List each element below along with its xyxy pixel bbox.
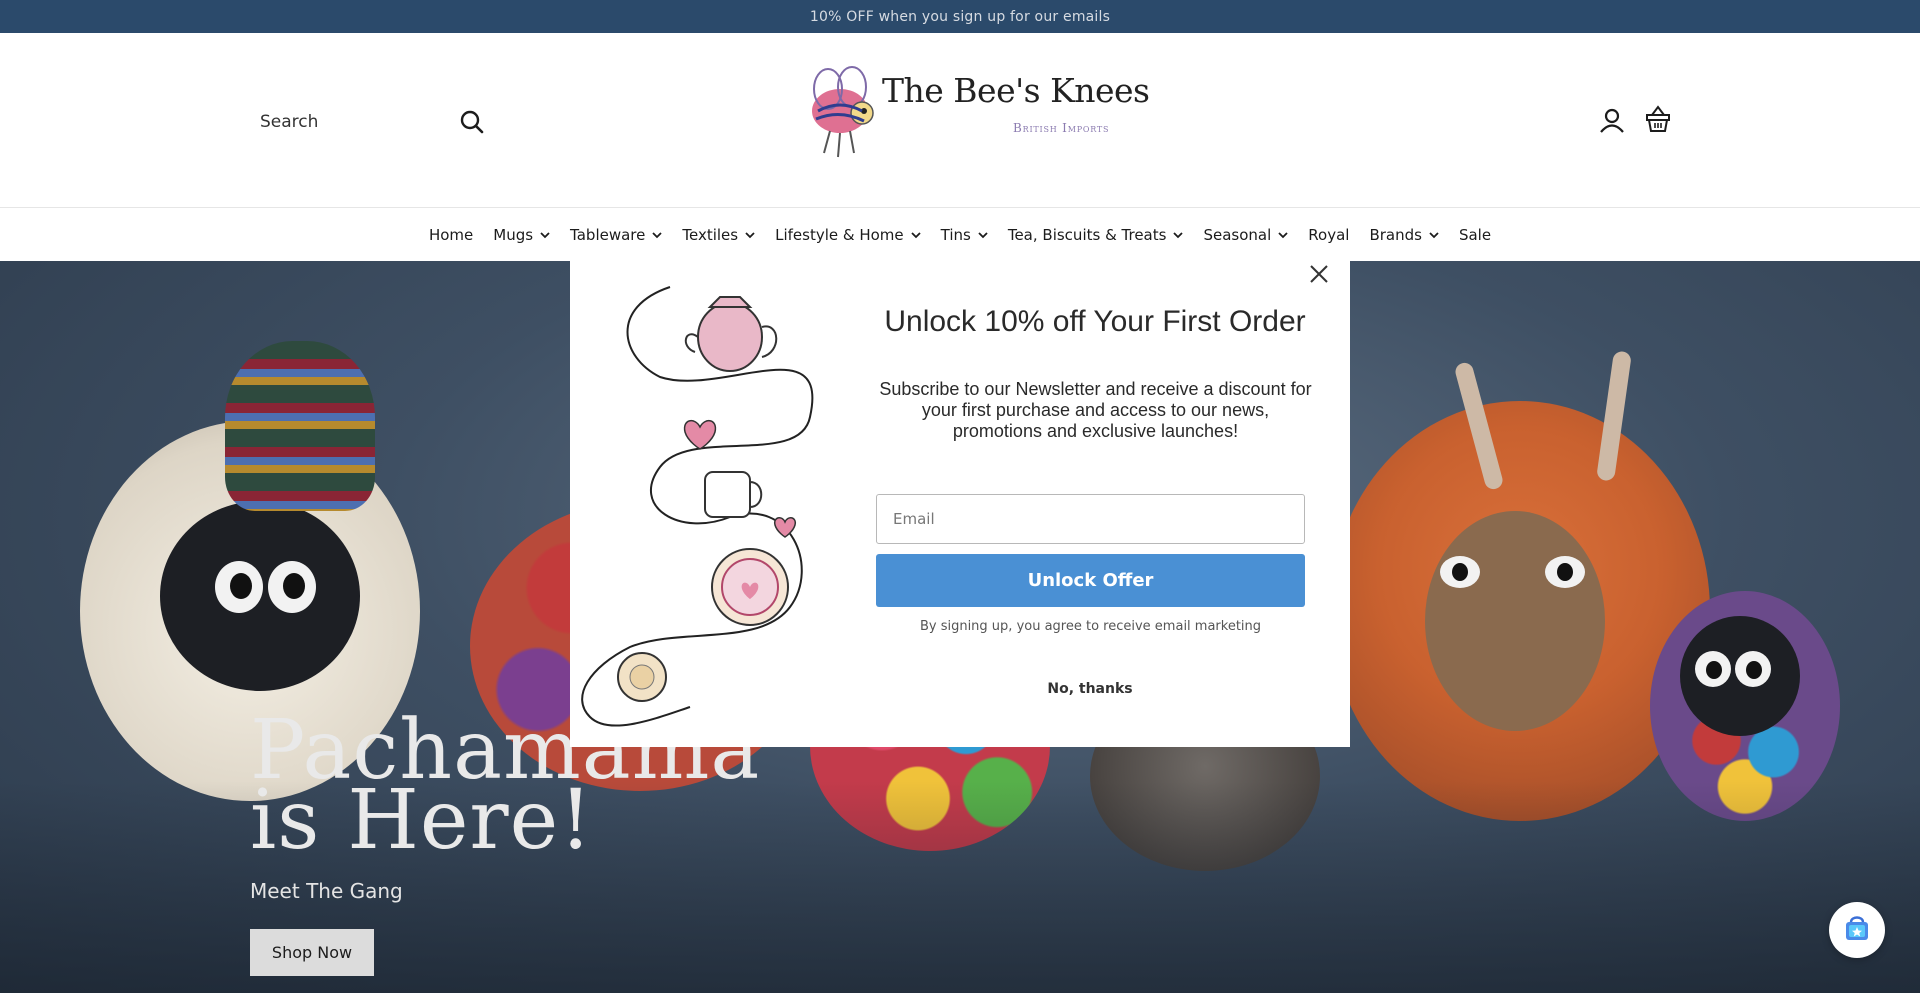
shop-bag-icon: [1842, 913, 1872, 947]
hero-subtitle: Meet The Gang: [250, 879, 403, 903]
popup-description: Subscribe to our Newsletter and receive …: [879, 379, 1312, 441]
nav-item-label: Home: [428, 225, 474, 244]
sheep-hat: [225, 341, 375, 511]
nav-item-home[interactable]: Home: [419, 226, 483, 244]
announcement-text[interactable]: 10% OFF when you sign up for our emails: [810, 9, 1110, 25]
chevron-down-icon: [540, 231, 550, 238]
sheep-pupil: [283, 573, 305, 599]
search-form: [243, 102, 493, 142]
shop-now-button[interactable]: Shop Now: [250, 929, 374, 976]
chevron-down-icon: [652, 231, 663, 238]
search-input[interactable]: [243, 102, 443, 142]
cow-pupil: [1557, 563, 1573, 581]
teapot-illustration: [581, 286, 814, 727]
chevron-down-icon: [978, 231, 988, 238]
announcement-bar[interactable]: 10% OFF when you sign up for our emails: [0, 0, 1920, 33]
nav-item-label: Seasonal: [1203, 225, 1272, 244]
close-icon[interactable]: [1306, 261, 1332, 287]
nav-item-lifestyle-home[interactable]: Lifestyle & Home: [765, 226, 931, 244]
logo-title: The Bee's Knees: [882, 71, 1150, 110]
nav-item-label: Tableware: [570, 225, 646, 244]
nav-item-tea-biscuits-treats[interactable]: Tea, Biscuits & Treats: [998, 226, 1194, 244]
nav-item-tableware[interactable]: Tableware: [560, 226, 672, 244]
search-icon[interactable]: [459, 109, 485, 135]
nav-item-label: Royal: [1308, 225, 1350, 244]
nav-item-tins[interactable]: Tins: [931, 226, 998, 244]
nav-item-textiles[interactable]: Textiles: [672, 226, 765, 244]
nav-item-royal[interactable]: Royal: [1298, 226, 1359, 244]
newsletter-popup: Unlock 10% off Your First Order Subscrib…: [570, 247, 1350, 747]
bee-logo-icon: [812, 66, 874, 158]
account-icon[interactable]: [1599, 107, 1625, 133]
nav-item-seasonal[interactable]: Seasonal: [1193, 226, 1298, 244]
small-sheep-pupil: [1746, 661, 1762, 679]
chevron-down-icon: [911, 231, 921, 238]
site-header: The Bee's Knees British Imports: [0, 33, 1920, 207]
logo-subtitle: British Imports: [1013, 121, 1110, 135]
shop-app-button[interactable]: [1829, 902, 1885, 958]
site-logo[interactable]: The Bee's Knees British Imports: [800, 53, 1150, 165]
sheep-pupil: [230, 573, 252, 599]
nav-item-label: Lifestyle & Home: [775, 225, 904, 244]
nav-item-label: Brands: [1369, 225, 1422, 244]
small-sheep-pupil: [1706, 661, 1722, 679]
chevron-down-icon: [745, 231, 755, 238]
nav-item-label: Sale: [1458, 225, 1492, 244]
consent-text: By signing up, you agree to receive emai…: [919, 619, 1262, 634]
nav-item-label: Textiles: [682, 225, 739, 244]
chevron-down-icon: [1429, 231, 1439, 238]
chevron-down-icon: [1173, 231, 1184, 238]
nav-item-label: Tea, Biscuits & Treats: [1007, 225, 1167, 244]
cow-pupil: [1452, 563, 1468, 581]
highland-cow-face: [1425, 511, 1605, 731]
unlock-offer-button[interactable]: Unlock Offer: [876, 554, 1305, 607]
nav-item-label: Mugs: [493, 225, 534, 244]
email-field[interactable]: [876, 494, 1305, 544]
basket-icon[interactable]: [1645, 105, 1671, 133]
nav-item-brands[interactable]: Brands: [1359, 226, 1449, 244]
nav-item-sale[interactable]: Sale: [1449, 226, 1501, 244]
nav-item-mugs[interactable]: Mugs: [483, 226, 560, 244]
nav-item-label: Tins: [940, 225, 971, 244]
popup-title: Unlock 10% off Your First Order: [884, 305, 1306, 338]
no-thanks-button[interactable]: No, thanks: [1040, 675, 1140, 703]
chevron-down-icon: [1278, 231, 1288, 238]
